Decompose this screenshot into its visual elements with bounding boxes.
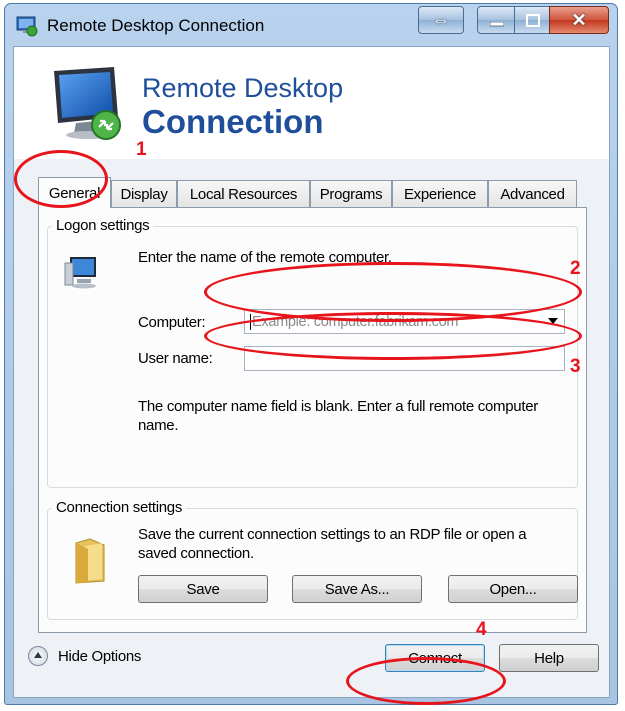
hide-options-label: Hide Options (58, 647, 142, 665)
hide-options-toggle[interactable]: Hide Options (28, 643, 141, 669)
swap-arrows-button[interactable]: ⇔ (418, 6, 464, 34)
close-button[interactable]: ✕ (549, 6, 609, 34)
banner-title-line2: Connection (142, 103, 324, 140)
rdc-app-icon (16, 16, 38, 37)
computer-label: Computer: (138, 314, 206, 331)
annotation-number-1: 1 (136, 139, 147, 160)
computer-blank-hint: The computer name field is blank. Enter … (138, 398, 538, 434)
dialog-client-area: Remote Desktop Connection General Displa… (13, 46, 610, 698)
hide-options-chevron-icon (28, 646, 48, 666)
tab-local-resources[interactable]: Local Resources (177, 180, 310, 207)
folder-icon (75, 538, 105, 584)
annotation-number-2: 2 (570, 258, 581, 279)
save-button[interactable]: Save (138, 575, 268, 603)
open-button[interactable]: Open... (448, 575, 578, 603)
annotation-ellipse-3 (204, 312, 582, 360)
annotation-number-4: 4 (476, 619, 487, 640)
close-icon: ✕ (571, 9, 587, 30)
connection-settings-group: Connection settings Save the current con… (47, 499, 578, 620)
tab-experience[interactable]: Experience (392, 180, 488, 207)
annotation-number-3: 3 (570, 356, 581, 377)
maximize-icon (526, 14, 540, 27)
title-bar[interactable]: Remote Desktop Connection ⇔ ✕ (5, 4, 617, 46)
connection-settings-label: Connection settings (52, 499, 187, 516)
minimize-button[interactable] (477, 6, 515, 34)
annotation-ellipse-1 (14, 150, 108, 208)
window-title: Remote Desktop Connection (47, 16, 265, 35)
rdc-monitor-logo-icon (54, 67, 121, 140)
maximize-button[interactable] (514, 6, 550, 34)
tab-advanced[interactable]: Advanced (488, 180, 577, 207)
help-button[interactable]: Help (499, 644, 599, 672)
username-label: User name: (138, 350, 213, 367)
banner-title-line1: Remote Desktop (142, 73, 344, 103)
connection-description: Save the current connection settings to … (138, 526, 527, 562)
annotation-ellipse-4 (346, 657, 506, 705)
logon-settings-label: Logon settings (52, 217, 154, 234)
minimize-icon (490, 22, 504, 27)
tab-programs[interactable]: Programs (310, 180, 392, 207)
save-as-button[interactable]: Save As... (292, 575, 422, 603)
computer-icon (64, 257, 96, 289)
swap-arrows-icon: ⇔ (432, 9, 450, 30)
tab-display[interactable]: Display (111, 180, 177, 207)
header-banner: Remote Desktop Connection (14, 47, 609, 159)
